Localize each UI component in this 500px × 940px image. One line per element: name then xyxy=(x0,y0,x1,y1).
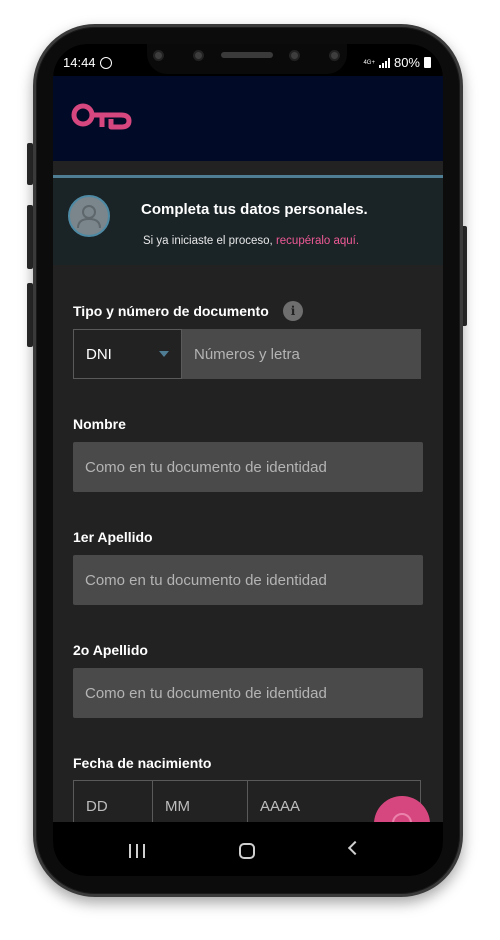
battery-icon xyxy=(424,57,431,68)
status-time: 14:44 xyxy=(63,55,96,70)
surname2-label: 2o Apellido xyxy=(73,642,148,658)
battery-level: 80% xyxy=(393,55,420,70)
banner-subtitle: Si ya iniciaste el proceso, recupéralo a… xyxy=(143,235,359,247)
signal-icon xyxy=(378,57,390,68)
banner-title: Completa tus datos personales. xyxy=(141,201,368,218)
back-icon[interactable] xyxy=(347,840,363,856)
front-camera xyxy=(289,50,300,61)
banner-subtitle-text: Si ya iniciaste el proceso, xyxy=(143,235,276,247)
name-label: Nombre xyxy=(73,416,126,432)
document-number-input[interactable]: Números y letra xyxy=(182,329,421,379)
surname1-input[interactable]: Como en tu documento de identidad xyxy=(73,555,423,605)
whatsapp-icon xyxy=(99,56,112,69)
network-type: 4G+ xyxy=(363,59,375,66)
document-type-select[interactable]: DNI xyxy=(73,329,182,379)
info-icon[interactable]: i xyxy=(283,301,303,321)
app-header xyxy=(53,76,443,161)
key-logo-icon[interactable] xyxy=(71,100,135,132)
surname1-label: 1er Apellido xyxy=(73,529,153,545)
sensor-dot xyxy=(153,50,164,61)
recover-link[interactable]: recupéralo aquí. xyxy=(276,235,359,247)
sensor-dot xyxy=(329,50,340,61)
phone-screen: 14:44 4G+ 80% Completa tus datos persona… xyxy=(53,44,443,876)
recent-apps-icon[interactable] xyxy=(129,844,145,858)
info-banner: Completa tus datos personales. Si ya ini… xyxy=(53,178,443,265)
document-type-value: DNI xyxy=(86,345,112,363)
camera-notch xyxy=(147,44,347,74)
name-input[interactable]: Como en tu documento de identidad xyxy=(73,442,423,492)
user-avatar-icon xyxy=(68,195,110,237)
system-nav-bar xyxy=(53,822,443,876)
home-icon[interactable] xyxy=(239,843,255,859)
birthdate-label: Fecha de nacimiento xyxy=(73,755,212,771)
earpiece-speaker xyxy=(221,52,273,58)
surname2-input[interactable]: Como en tu documento de identidad xyxy=(73,668,423,718)
document-label: Tipo y número de documento xyxy=(73,303,269,319)
chevron-down-icon xyxy=(159,351,169,357)
front-camera xyxy=(193,50,204,61)
